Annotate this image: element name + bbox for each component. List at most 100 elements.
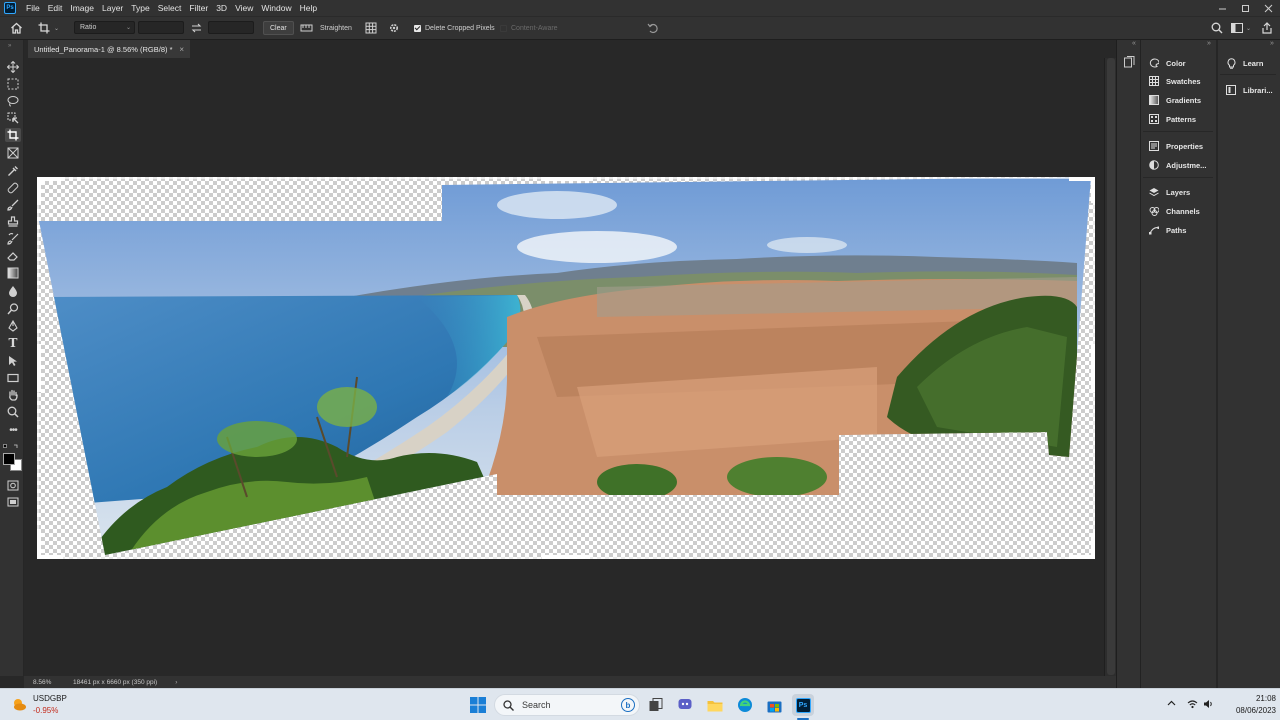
checkbox-unchecked-icon xyxy=(500,24,507,32)
panel-channels[interactable]: Channels xyxy=(1149,203,1200,219)
history-panel-button[interactable] xyxy=(1124,56,1135,70)
show-hidden-icons-button[interactable] xyxy=(1167,699,1176,710)
clone-stamp-tool[interactable] xyxy=(6,215,20,229)
clock-time[interactable]: 21:08 xyxy=(1218,694,1276,703)
move-tool[interactable] xyxy=(6,60,20,74)
menu-3d[interactable]: 3D xyxy=(212,3,231,13)
quick-mask-icon xyxy=(7,480,19,490)
menu-image[interactable]: Image xyxy=(66,3,98,13)
minimize-button[interactable] xyxy=(1211,0,1234,16)
healing-brush-tool[interactable] xyxy=(6,181,20,195)
start-button[interactable] xyxy=(467,694,489,716)
menu-help[interactable]: Help xyxy=(296,3,321,13)
weather-widget[interactable] xyxy=(11,696,27,714)
rectangle-tool[interactable] xyxy=(6,371,20,385)
eyedropper-tool[interactable] xyxy=(6,164,20,178)
history-brush-tool[interactable] xyxy=(6,232,20,246)
store-app[interactable] xyxy=(763,694,785,716)
panel-swatches-label: Swatches xyxy=(1166,76,1201,86)
content-aware-checkbox[interactable]: Content-Aware xyxy=(500,21,558,35)
taskbar-search[interactable]: Search b xyxy=(494,694,640,716)
channels-icon xyxy=(1149,206,1159,216)
panel-gradients[interactable]: Gradients xyxy=(1149,92,1201,108)
menu-edit[interactable]: Edit xyxy=(44,3,67,13)
document-canvas[interactable] xyxy=(37,177,1095,559)
eraser-tool[interactable] xyxy=(6,249,20,263)
hand-tool[interactable] xyxy=(6,388,20,402)
height-field[interactable] xyxy=(208,21,254,34)
workspace-button[interactable]: ⌄ xyxy=(1231,21,1251,35)
default-swap-colors[interactable] xyxy=(3,443,21,449)
menu-layer[interactable]: Layer xyxy=(98,3,127,13)
frame-tool[interactable] xyxy=(6,146,20,160)
clear-button[interactable]: Clear xyxy=(263,21,294,35)
marquee-tool[interactable] xyxy=(6,77,20,91)
panel-patterns[interactable]: Patterns xyxy=(1149,111,1196,127)
scroll-thumb[interactable] xyxy=(1107,58,1115,675)
menu-view[interactable]: View xyxy=(231,3,257,13)
vertical-scrollbar[interactable] xyxy=(1104,58,1116,676)
crop-settings-button[interactable] xyxy=(388,21,400,35)
menu-window[interactable]: Window xyxy=(257,3,295,13)
photoshop-app[interactable]: Ps xyxy=(792,694,814,716)
panel-adjustments[interactable]: Adjustme... xyxy=(1149,157,1206,173)
straighten-button[interactable]: Straighten xyxy=(300,21,352,35)
zoom-level[interactable]: 8.56% xyxy=(33,679,70,686)
task-view-button[interactable] xyxy=(645,694,667,716)
menu-type[interactable]: Type xyxy=(127,3,153,13)
collapse-dock-icon[interactable]: » xyxy=(1270,40,1274,48)
panel-layers[interactable]: Layers xyxy=(1149,184,1190,200)
status-menu-arrow-icon[interactable]: › xyxy=(175,679,177,686)
swap-dimensions-button[interactable] xyxy=(191,21,202,35)
collapse-panels-icon[interactable]: « xyxy=(1132,40,1136,48)
screen-mode-button[interactable] xyxy=(6,495,20,509)
file-explorer-app[interactable] xyxy=(704,694,726,716)
more-tools-button[interactable]: ••• xyxy=(6,423,20,437)
clock-date[interactable]: 08/06/2023 xyxy=(1218,706,1276,715)
path-selection-tool[interactable] xyxy=(6,354,20,368)
delete-cropped-checkbox[interactable]: Delete Cropped Pixels xyxy=(414,21,495,35)
lasso-tool[interactable] xyxy=(6,94,20,108)
bandage-icon xyxy=(7,182,19,194)
reset-button[interactable] xyxy=(647,21,659,35)
menu-filter[interactable]: Filter xyxy=(185,3,212,13)
close-tab-icon[interactable]: × xyxy=(179,45,184,54)
chat-app[interactable] xyxy=(674,694,696,716)
crop-tool[interactable] xyxy=(5,128,21,142)
menu-file[interactable]: File xyxy=(22,3,44,13)
close-window-button[interactable] xyxy=(1257,0,1280,16)
object-selection-tool[interactable] xyxy=(6,111,20,125)
menu-select[interactable]: Select xyxy=(154,3,186,13)
width-field[interactable] xyxy=(138,21,184,34)
panel-swatches[interactable]: Swatches xyxy=(1149,73,1201,89)
crop-tool-preset[interactable]: ⌄ xyxy=(38,21,59,35)
share-button[interactable] xyxy=(1261,21,1273,35)
type-tool[interactable]: T xyxy=(6,336,20,350)
blur-tool[interactable] xyxy=(6,284,20,298)
collapse-dock-icon[interactable]: » xyxy=(1207,40,1211,48)
panel-libraries[interactable]: Librari... xyxy=(1226,82,1273,98)
panel-learn[interactable]: Learn xyxy=(1226,55,1263,71)
network-button[interactable] xyxy=(1187,699,1198,711)
edge-app[interactable] xyxy=(734,694,756,716)
overlay-options-button[interactable] xyxy=(365,21,377,35)
panel-paths[interactable]: Paths xyxy=(1149,222,1186,238)
panel-properties-label: Properties xyxy=(1166,141,1204,151)
maximize-button[interactable] xyxy=(1234,0,1257,16)
pen-tool[interactable] xyxy=(6,319,20,333)
panel-properties[interactable]: Properties xyxy=(1149,138,1203,154)
zoom-tool[interactable] xyxy=(6,405,20,419)
ratio-select[interactable]: Ratio ⌄ xyxy=(74,21,135,34)
gradient-tool[interactable] xyxy=(6,266,20,280)
panel-color[interactable]: Color xyxy=(1149,55,1186,71)
document-tab[interactable]: Untitled_Panorama-1 @ 8.56% (RGB/8) * × xyxy=(28,40,190,58)
collapse-toolbar-icon[interactable]: » xyxy=(8,43,11,49)
panorama-image xyxy=(37,177,1095,559)
dodge-tool[interactable] xyxy=(6,302,20,316)
volume-button[interactable] xyxy=(1203,699,1214,711)
brush-tool[interactable] xyxy=(6,198,20,212)
quick-mask-button[interactable] xyxy=(6,478,20,492)
home-button[interactable] xyxy=(10,21,23,35)
foreground-color-swatch[interactable] xyxy=(3,453,15,465)
search-button[interactable] xyxy=(1211,21,1223,35)
